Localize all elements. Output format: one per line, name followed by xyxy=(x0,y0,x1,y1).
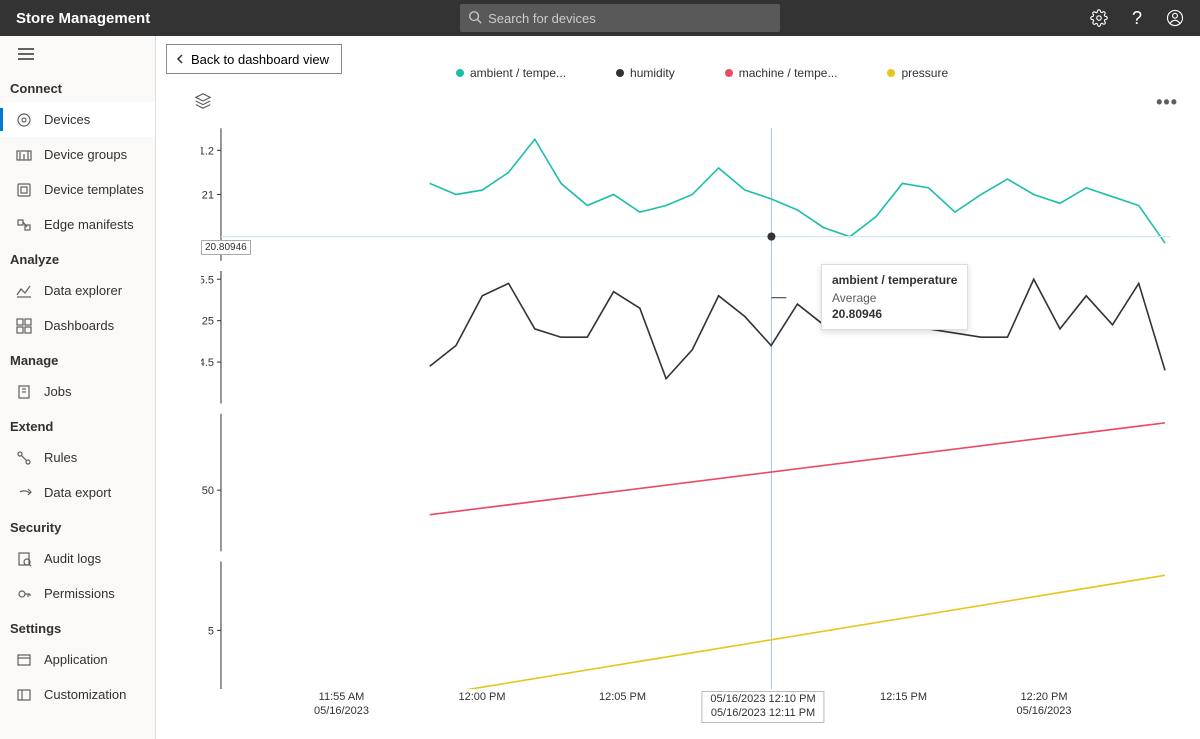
legend-dot xyxy=(725,69,733,77)
nav-label: Rules xyxy=(44,450,77,465)
back-button[interactable]: Back to dashboard view xyxy=(166,44,342,74)
chevron-left-icon xyxy=(175,52,185,67)
nav-label: Dashboards xyxy=(44,318,114,333)
legend-label: ambient / tempe... xyxy=(470,66,566,80)
legend-dot xyxy=(456,69,464,77)
chart-legend: ambient / tempe... humidity machine / te… xyxy=(456,66,1150,80)
svg-text:24.5: 24.5 xyxy=(201,357,214,369)
dashboards-icon xyxy=(16,318,32,334)
layers-icon[interactable] xyxy=(194,92,212,113)
legend-label: humidity xyxy=(630,66,675,80)
section-security: Security xyxy=(0,510,155,541)
svg-text:21: 21 xyxy=(202,189,214,201)
jobs-icon xyxy=(16,384,32,400)
audit-logs-icon xyxy=(16,551,32,567)
svg-text:21.2: 21.2 xyxy=(201,145,214,157)
nav-label: Devices xyxy=(44,112,90,127)
sidebar-item-data-explorer[interactable]: Data explorer xyxy=(0,273,155,308)
sidebar-item-customization[interactable]: Customization xyxy=(0,677,155,712)
nav-label: Audit logs xyxy=(44,551,101,566)
main-content: Back to dashboard view ambient / tempe..… xyxy=(156,36,1200,739)
x-range-box: 05/16/2023 12:10 PM05/16/2023 12:11 PM xyxy=(701,691,824,723)
x-tick: 12:20 PM05/16/2023 xyxy=(1016,691,1071,719)
permissions-icon xyxy=(16,586,32,602)
search-box[interactable] xyxy=(460,4,780,32)
section-settings: Settings xyxy=(0,611,155,642)
x-tick: 12:15 PM xyxy=(880,691,927,705)
svg-text:25: 25 xyxy=(202,316,214,328)
user-icon[interactable] xyxy=(1166,9,1184,27)
sidebar-item-application[interactable]: Application xyxy=(0,642,155,677)
nav-label: Permissions xyxy=(44,586,115,601)
x-tick: 12:05 PM xyxy=(599,691,646,705)
x-tick: 12:00 PM xyxy=(458,691,505,705)
svg-text:50: 50 xyxy=(202,485,214,497)
tooltip: ambient / temperature Average 20.80946 xyxy=(821,264,968,330)
section-connect: Connect xyxy=(0,71,155,102)
app-header: Store Management ? xyxy=(0,0,1200,36)
application-icon xyxy=(16,652,32,668)
customization-icon xyxy=(16,687,32,703)
tooltip-value: 20.80946 xyxy=(832,307,957,321)
legend-dot xyxy=(887,69,895,77)
sidebar-item-dashboards[interactable]: Dashboards xyxy=(0,308,155,343)
x-axis: 11:55 AM05/16/2023 12:00 PM 12:05 PM 12:15 … xyxy=(201,691,1170,731)
chart-area[interactable]: 20.80946 ambient / temperature Average 2… xyxy=(201,118,1170,689)
nav-label: Data export xyxy=(44,485,111,500)
x-tick: 11:55 AM05/16/2023 xyxy=(314,691,369,719)
sidebar-item-devices[interactable]: Devices xyxy=(0,102,155,137)
svg-text:25.5: 25.5 xyxy=(201,274,214,286)
sidebar-item-jobs[interactable]: Jobs xyxy=(0,374,155,409)
sidebar-item-rules[interactable]: Rules xyxy=(0,440,155,475)
nav-label: Application xyxy=(44,652,108,667)
back-button-label: Back to dashboard view xyxy=(191,52,329,67)
section-manage: Manage xyxy=(0,343,155,374)
sidebar-item-permissions[interactable]: Permissions xyxy=(0,576,155,611)
data-export-icon xyxy=(16,485,32,501)
nav-label: Customization xyxy=(44,687,126,702)
sidebar-item-audit-logs[interactable]: Audit logs xyxy=(0,541,155,576)
legend-item-ambient[interactable]: ambient / tempe... xyxy=(456,66,566,80)
search-input[interactable] xyxy=(488,11,772,26)
sidebar: Connect Devices Device groups Device tem… xyxy=(0,36,156,739)
legend-label: pressure xyxy=(901,66,948,80)
legend-item-pressure[interactable]: pressure xyxy=(887,66,948,80)
hamburger-icon[interactable] xyxy=(0,36,155,71)
devices-icon xyxy=(16,112,32,128)
legend-item-humidity[interactable]: humidity xyxy=(616,66,675,80)
app-title: Store Management xyxy=(16,10,150,27)
legend-label: machine / tempe... xyxy=(739,66,838,80)
search-wrap xyxy=(150,4,1090,32)
sidebar-item-data-export[interactable]: Data export xyxy=(0,475,155,510)
device-groups-icon xyxy=(16,147,32,163)
header-actions: ? xyxy=(1090,9,1184,27)
section-extend: Extend xyxy=(0,409,155,440)
sidebar-item-edge-manifests[interactable]: Edge manifests xyxy=(0,207,155,242)
legend-item-machine[interactable]: machine / tempe... xyxy=(725,66,838,80)
rules-icon xyxy=(16,450,32,466)
nav-label: Data explorer xyxy=(44,283,122,298)
sidebar-item-device-groups[interactable]: Device groups xyxy=(0,137,155,172)
edge-manifests-icon xyxy=(16,217,32,233)
nav-label: Edge manifests xyxy=(44,217,134,232)
svg-text:5: 5 xyxy=(208,625,214,637)
gear-icon[interactable] xyxy=(1090,9,1108,27)
nav-label: Device templates xyxy=(44,182,144,197)
more-icon[interactable]: ••• xyxy=(1156,92,1178,113)
nav-label: Device groups xyxy=(44,147,127,162)
chart-svg: 21 21.2 24.5 25 25.5 50 5 xyxy=(201,118,1170,689)
search-icon xyxy=(468,10,482,27)
data-explorer-icon xyxy=(16,283,32,299)
sidebar-item-device-templates[interactable]: Device templates xyxy=(0,172,155,207)
help-icon[interactable]: ? xyxy=(1128,9,1146,27)
section-analyze: Analyze xyxy=(0,242,155,273)
device-templates-icon xyxy=(16,182,32,198)
tooltip-sub: Average xyxy=(832,291,957,305)
tooltip-title: ambient / temperature xyxy=(832,273,957,287)
nav-label: Jobs xyxy=(44,384,71,399)
hover-value-badge: 20.80946 xyxy=(201,240,251,255)
legend-dot xyxy=(616,69,624,77)
